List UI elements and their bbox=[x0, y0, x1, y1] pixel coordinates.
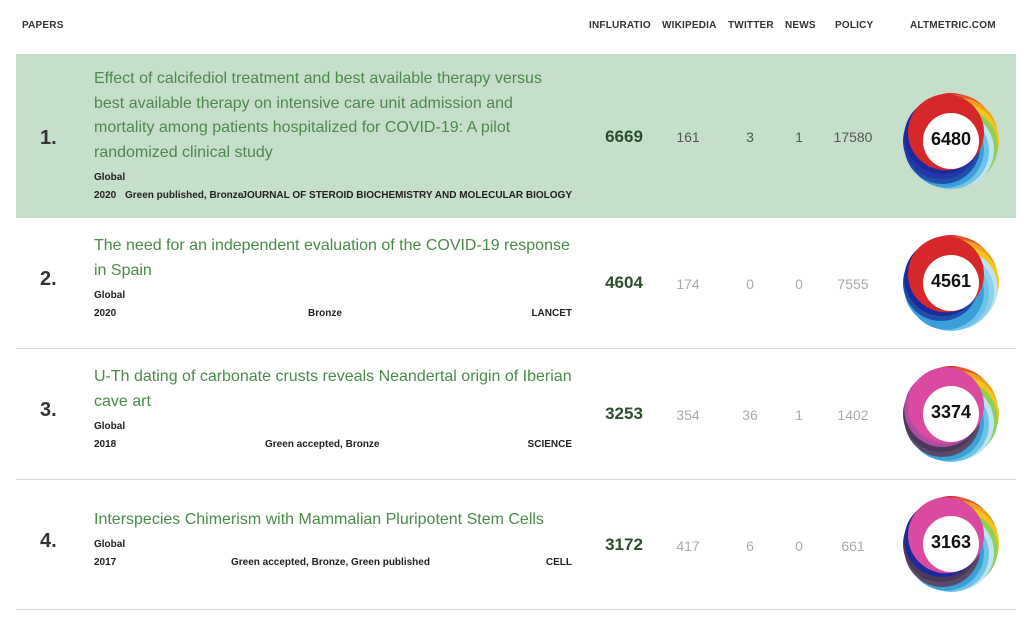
policy-count: 7555 bbox=[837, 276, 869, 292]
altmetric-badge[interactable]: 3374 bbox=[898, 361, 1004, 467]
policy-count: 1402 bbox=[837, 407, 869, 423]
year: 2020 bbox=[94, 190, 117, 201]
paper-title-link[interactable]: U-Th dating of carbonate crusts reveals … bbox=[94, 365, 574, 414]
wikipedia-count: 161 bbox=[676, 129, 700, 145]
table-header: PAPERS INFLURATIO WIKIPEDIA TWITTER NEWS… bbox=[0, 0, 1024, 54]
table-row: 2. The need for an independent evaluatio… bbox=[16, 218, 1016, 349]
scope-label: Global bbox=[94, 421, 126, 432]
altmetric-score: 3374 bbox=[930, 402, 972, 422]
altmetric-badge[interactable]: 3163 bbox=[898, 491, 1004, 597]
header-papers[interactable]: PAPERS bbox=[22, 20, 64, 31]
oa-status: Green accepted, Bronze bbox=[265, 439, 380, 450]
altmetric-score: 3163 bbox=[930, 532, 972, 552]
table-row: 3. U-Th dating of carbonate crusts revea… bbox=[16, 349, 1016, 480]
altmetric-score: 6480 bbox=[930, 129, 972, 149]
header-altmetric[interactable]: ALTMETRIC.COM bbox=[910, 20, 996, 31]
year: 2017 bbox=[94, 557, 117, 568]
wikipedia-count: 354 bbox=[676, 407, 700, 423]
oa-status: Bronze bbox=[308, 308, 342, 319]
altmetric-badge[interactable]: 6480 bbox=[898, 88, 1004, 194]
influratio-value: 3172 bbox=[605, 535, 643, 554]
scope-label: Global bbox=[94, 290, 126, 301]
paper-title-link[interactable]: Effect of calcifediol treatment and best… bbox=[94, 67, 574, 165]
year: 2018 bbox=[94, 439, 117, 450]
header-policy[interactable]: POLICY bbox=[835, 20, 873, 31]
rank: 1. bbox=[40, 127, 57, 149]
oa-status: Green accepted, Bronze, Green published bbox=[231, 557, 430, 568]
journal: CELL bbox=[545, 557, 572, 568]
oa-status: Green published, Bronze bbox=[125, 190, 244, 201]
policy-count: 661 bbox=[841, 538, 865, 554]
header-news[interactable]: NEWS bbox=[785, 20, 816, 31]
papers-table: PAPERS INFLURATIO WIKIPEDIA TWITTER NEWS… bbox=[0, 0, 1024, 610]
altmetric-badge[interactable]: 4561 bbox=[898, 230, 1004, 336]
wikipedia-count: 417 bbox=[676, 538, 700, 554]
scope-label: Global bbox=[94, 172, 126, 183]
altmetric-score: 4561 bbox=[930, 271, 972, 291]
influratio-value: 4604 bbox=[605, 273, 643, 292]
news-count: 0 bbox=[795, 538, 803, 554]
table-row: 1. Effect of calcifediol treatment and b… bbox=[16, 54, 1016, 218]
news-count: 1 bbox=[795, 129, 803, 145]
influratio-value: 6669 bbox=[605, 127, 643, 146]
year: 2020 bbox=[94, 308, 117, 319]
news-count: 1 bbox=[795, 407, 803, 423]
influratio-value: 3253 bbox=[605, 404, 643, 423]
news-count: 0 bbox=[795, 276, 803, 292]
paper-title-link[interactable]: Interspecies Chimerism with Mammalian Pl… bbox=[94, 508, 574, 533]
journal: SCIENCE bbox=[527, 439, 572, 450]
policy-count: 17580 bbox=[833, 129, 873, 145]
wikipedia-count: 174 bbox=[676, 276, 700, 292]
header-twitter[interactable]: TWITTER bbox=[728, 20, 774, 31]
header-wikipedia[interactable]: WIKIPEDIA bbox=[662, 20, 717, 31]
scope-label: Global bbox=[94, 539, 126, 550]
paper-title-link[interactable]: The need for an independent evaluation o… bbox=[94, 234, 574, 283]
table-row: 4. Interspecies Chimerism with Mammalian… bbox=[16, 480, 1016, 610]
journal: JOURNAL OF STEROID BIOCHEMISTRY AND MOLE… bbox=[241, 190, 572, 201]
rank: 4. bbox=[40, 530, 57, 552]
header-influratio[interactable]: INFLURATIO bbox=[589, 20, 651, 31]
journal: LANCET bbox=[531, 308, 572, 319]
rank: 2. bbox=[40, 268, 57, 290]
rank: 3. bbox=[40, 399, 57, 421]
